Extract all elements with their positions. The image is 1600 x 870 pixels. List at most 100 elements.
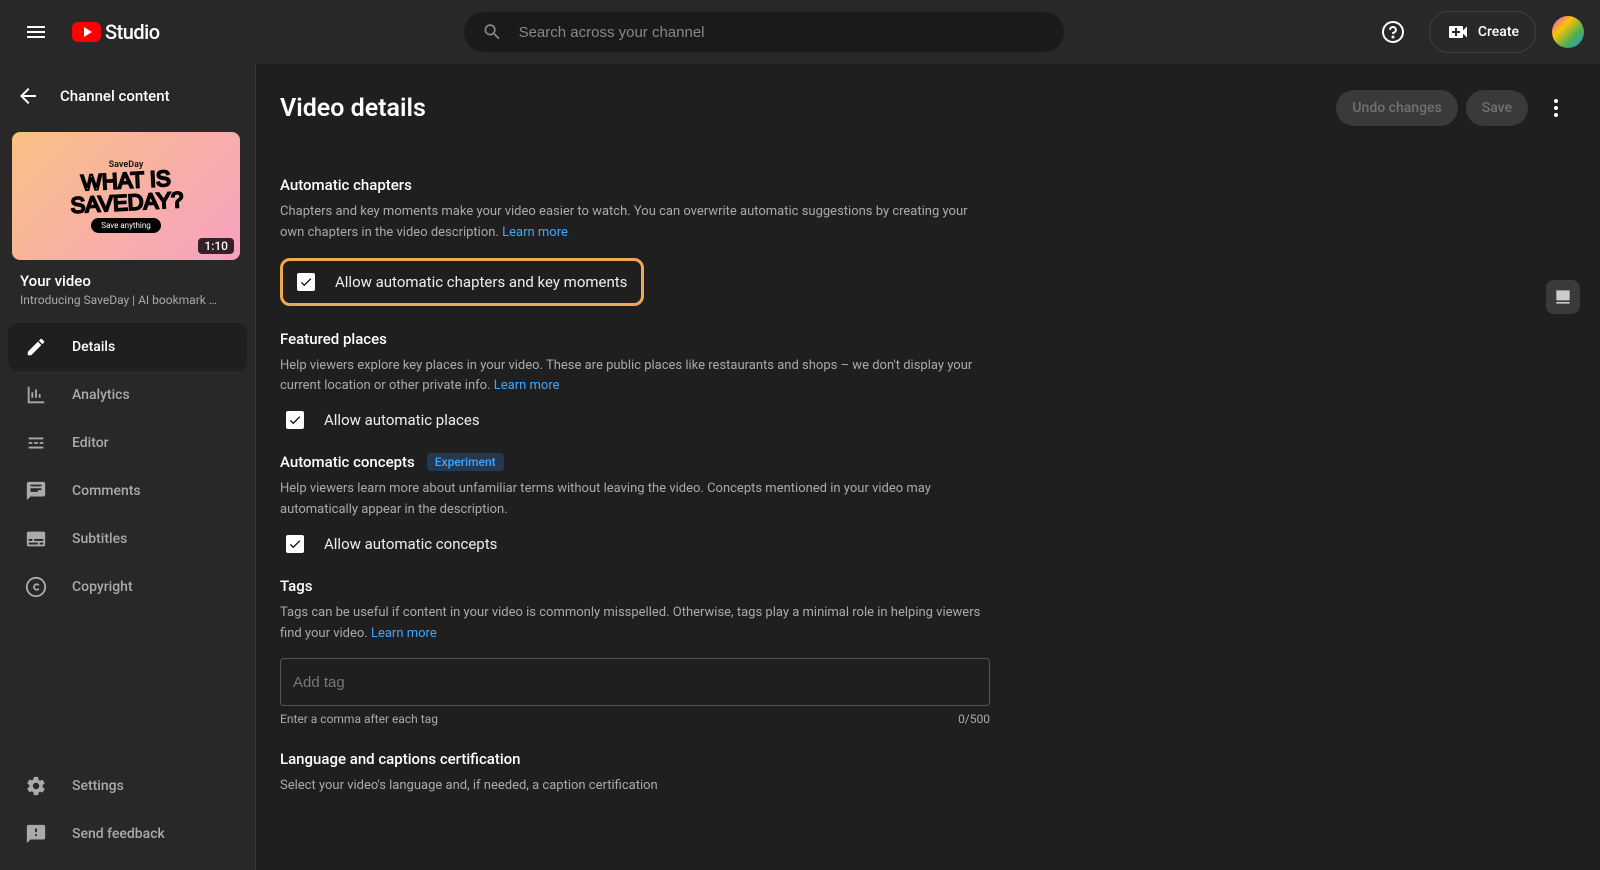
back-arrow-icon (16, 84, 40, 108)
sidebar-item-copyright[interactable]: Copyright (8, 563, 247, 611)
sidebar-back-label: Channel content (60, 87, 170, 105)
pencil-icon (25, 336, 47, 358)
checkbox-label: Allow automatic chapters and key moments (335, 273, 627, 291)
section-title: Automatic concepts Experiment (280, 453, 1232, 471)
subtitles-icon (25, 528, 47, 550)
thumb-pill: Save anything (91, 218, 161, 233)
editor-icon (25, 432, 47, 454)
video-meta-title: Your video (20, 272, 235, 290)
main-actions: Undo changes Save (1336, 88, 1576, 128)
analytics-icon (25, 384, 47, 406)
nav-label: Comments (72, 483, 141, 499)
feedback-icon (25, 823, 47, 845)
save-button[interactable]: Save (1466, 90, 1528, 126)
comments-icon (25, 480, 47, 502)
sidebar-item-comments[interactable]: Comments (8, 467, 247, 515)
floating-screen-button[interactable] (1546, 280, 1580, 314)
create-label: Create (1478, 24, 1519, 40)
avatar[interactable] (1552, 16, 1584, 48)
checkbox-auto-places[interactable] (286, 411, 304, 429)
create-button[interactable]: Create (1429, 11, 1536, 53)
thumb-duration: 1:10 (198, 238, 234, 254)
section-title: Language and captions certification (280, 750, 1232, 768)
sidebar-item-settings[interactable]: Settings (8, 762, 247, 810)
search-container[interactable] (464, 12, 1064, 52)
menu-button[interactable] (16, 12, 56, 52)
hamburger-icon (24, 20, 48, 44)
tags-input[interactable] (280, 658, 990, 706)
section-desc: Chapters and key moments make your video… (280, 202, 990, 244)
page-title: Video details (280, 94, 426, 123)
checkbox-row[interactable]: Allow automatic concepts (280, 535, 1232, 553)
checkbox-row[interactable]: Allow automatic chapters and key moments (297, 273, 627, 291)
highlighted-checkbox-row: Allow automatic chapters and key moments (280, 258, 644, 306)
sidebar-item-analytics[interactable]: Analytics (8, 371, 247, 419)
learn-more-link[interactable]: Learn more (371, 626, 437, 641)
sidebar-item-subtitles[interactable]: Subtitles (8, 515, 247, 563)
nav-label: Editor (72, 435, 109, 451)
search-input[interactable] (519, 24, 1046, 41)
nav-label: Send feedback (72, 826, 165, 842)
checkbox-label: Allow automatic concepts (324, 535, 497, 553)
logo-text: Studio (105, 20, 160, 44)
screen-icon (1553, 287, 1573, 307)
section-title: Tags (280, 577, 1232, 595)
section-title: Automatic chapters (280, 176, 1232, 194)
section-desc: Help viewers explore key places in your … (280, 356, 990, 398)
check-icon (299, 275, 313, 289)
tags-counter: 0/500 (958, 712, 990, 726)
header-right: Create (1373, 11, 1584, 53)
sidebar-back-row[interactable]: Channel content (0, 72, 255, 120)
section-title: Featured places (280, 330, 1232, 348)
nav-label: Copyright (72, 579, 133, 595)
video-meta: Your video Introducing SaveDay | AI book… (0, 260, 255, 315)
main-area: Video details Undo changes Save Automati… (256, 64, 1600, 870)
youtube-icon (72, 22, 101, 42)
check-icon (288, 413, 302, 427)
section-tags: Tags Tags can be useful if content in yo… (280, 577, 1232, 727)
section-desc: Help viewers learn more about unfamiliar… (280, 479, 990, 521)
section-desc: Select your video's language and, if nee… (280, 776, 990, 797)
section-auto-chapters: Automatic chapters Chapters and key mome… (280, 176, 1232, 306)
main-header: Video details Undo changes Save (256, 64, 1600, 140)
search-icon (482, 21, 503, 43)
copyright-icon (25, 576, 47, 598)
nav-label: Details (72, 339, 115, 355)
section-featured-places: Featured places Help viewers explore key… (280, 330, 1232, 430)
sidebar-nav: Details Analytics Editor Comments Subtit… (0, 323, 255, 611)
help-button[interactable] (1373, 12, 1413, 52)
app-header: Studio Create (0, 0, 1600, 64)
experiment-badge: Experiment (427, 453, 504, 471)
video-meta-subtitle: Introducing SaveDay | AI bookmark … (20, 293, 235, 307)
sidebar-item-editor[interactable]: Editor (8, 419, 247, 467)
sidebar-item-feedback[interactable]: Send feedback (8, 810, 247, 858)
nav-label: Subtitles (72, 531, 127, 547)
checkbox-auto-concepts[interactable] (286, 535, 304, 553)
logo[interactable]: Studio (72, 20, 160, 44)
sidebar-item-details[interactable]: Details (8, 323, 247, 371)
video-thumbnail-wrap[interactable]: SaveDay WHAT IS SAVEDAY? Save anything 1… (0, 132, 255, 260)
content: Automatic chapters Chapters and key mome… (256, 140, 1256, 851)
checkbox-row[interactable]: Allow automatic places (280, 411, 1232, 429)
checkbox-label: Allow automatic places (324, 411, 480, 429)
create-icon (1446, 20, 1470, 44)
checkbox-auto-chapters[interactable] (297, 273, 315, 291)
more-button[interactable] (1536, 88, 1576, 128)
section-auto-concepts: Automatic concepts Experiment Help viewe… (280, 453, 1232, 553)
help-icon (1381, 20, 1405, 44)
tags-hint: Enter a comma after each tag (280, 712, 438, 726)
section-desc: Tags can be useful if content in your vi… (280, 603, 990, 645)
more-vert-icon (1544, 96, 1568, 120)
learn-more-link[interactable]: Learn more (494, 378, 560, 393)
thumb-headline: WHAT IS SAVEDAY? (68, 167, 183, 217)
learn-more-link[interactable]: Learn more (502, 225, 568, 240)
gear-icon (25, 775, 47, 797)
nav-label: Analytics (72, 387, 130, 403)
video-thumbnail: SaveDay WHAT IS SAVEDAY? Save anything 1… (12, 132, 240, 260)
check-icon (288, 537, 302, 551)
section-language: Language and captions certification Sele… (280, 750, 1232, 797)
undo-button[interactable]: Undo changes (1336, 90, 1457, 126)
tags-footer: Enter a comma after each tag 0/500 (280, 712, 990, 726)
sidebar-bottom: Settings Send feedback (0, 762, 255, 870)
sidebar: Channel content SaveDay WHAT IS SAVEDAY?… (0, 64, 256, 870)
